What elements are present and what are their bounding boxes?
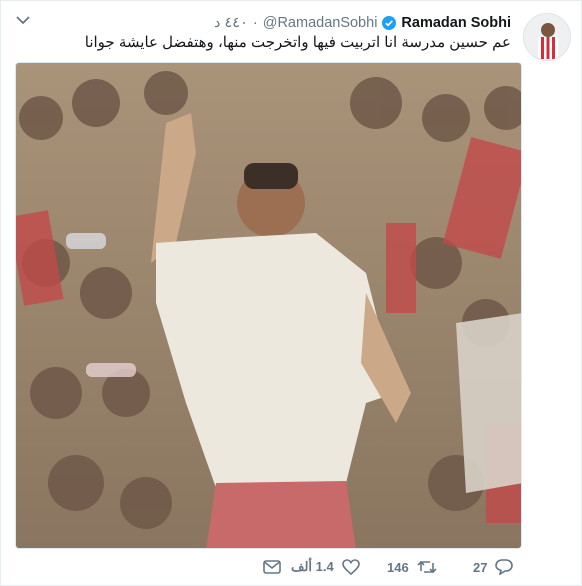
reply-action[interactable]: 27 xyxy=(473,559,514,575)
separator: · xyxy=(252,15,258,31)
direct-message-action[interactable] xyxy=(263,559,281,575)
heart-icon[interactable] xyxy=(341,559,360,575)
reply-count: 27 xyxy=(473,559,488,575)
retweet-count: 146 xyxy=(387,559,409,575)
user-handle[interactable]: @RamadanSobhi xyxy=(263,15,378,31)
retweet-icon[interactable] xyxy=(417,559,437,575)
retweet-action[interactable]: 146 xyxy=(387,559,437,575)
tweet-text: عم حسين مدرسة انا اتربيت فيها واتخرجت من… xyxy=(84,34,511,51)
chevron-down-icon[interactable] xyxy=(15,13,31,25)
like-count: 1.4 ألف xyxy=(291,559,334,574)
display-name[interactable]: Ramadan Sobhi xyxy=(401,15,511,31)
tweet-header: Ramadan Sobhi @RamadanSobhi · ٤٤٠ د xyxy=(214,13,511,33)
like-action[interactable]: 1.4 ألف xyxy=(291,559,360,575)
avatar[interactable] xyxy=(523,13,571,61)
verified-badge-icon xyxy=(382,16,397,30)
direct-message-icon[interactable] xyxy=(263,559,281,575)
tweet-card[interactable]: Ramadan Sobhi @RamadanSobhi · ٤٤٠ د عم ح… xyxy=(0,0,582,586)
tweet-photo[interactable] xyxy=(15,62,522,549)
tweet-actions: 1.4 ألف 146 27 xyxy=(1,559,521,583)
timestamp[interactable]: ٤٤٠ د xyxy=(214,15,248,31)
reply-icon[interactable] xyxy=(495,559,514,575)
